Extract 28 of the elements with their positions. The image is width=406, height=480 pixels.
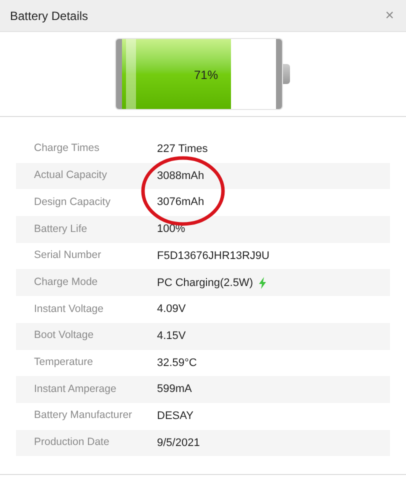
detail-value: 32.59°C: [157, 356, 197, 371]
detail-value: 3076mAh: [157, 195, 204, 210]
detail-label: Design Capacity: [33, 194, 112, 210]
window-title: Battery Details: [10, 8, 88, 24]
detail-label: Battery Manufacturer: [33, 408, 134, 424]
detail-label: Serial Number: [33, 248, 102, 264]
detail-label: Instant Voltage: [33, 302, 104, 317]
detail-label: Instant Amperage: [33, 382, 118, 397]
detail-value: 4.15V: [157, 328, 186, 344]
detail-value: 599mA: [157, 382, 192, 398]
detail-value: 4.09V: [157, 302, 186, 318]
detail-label: Actual Capacity: [33, 168, 108, 184]
detail-label: Temperature: [33, 354, 94, 370]
detail-label: Battery Life: [33, 222, 88, 237]
battery-highlight: [126, 39, 136, 109]
detail-value: 9/5/2021: [157, 436, 200, 451]
detail-value: DESAY: [157, 408, 194, 424]
detail-value: 3088mAh: [157, 168, 204, 184]
detail-value: F5D13676JHR13RJ9U: [157, 248, 270, 264]
detail-label: Charge Times: [33, 141, 100, 156]
detail-label: Charge Mode: [33, 274, 99, 290]
detail-value: 227 Times: [157, 142, 208, 158]
detail-value: 100%: [157, 222, 186, 238]
close-button[interactable]: ×: [383, 8, 396, 23]
battery-percentage: 71%: [194, 67, 218, 84]
detail-label: Boot Voltage: [33, 328, 95, 344]
detail-value: PC Charging(2.5W): [157, 276, 253, 291]
detail-label: Production Date: [33, 435, 110, 450]
